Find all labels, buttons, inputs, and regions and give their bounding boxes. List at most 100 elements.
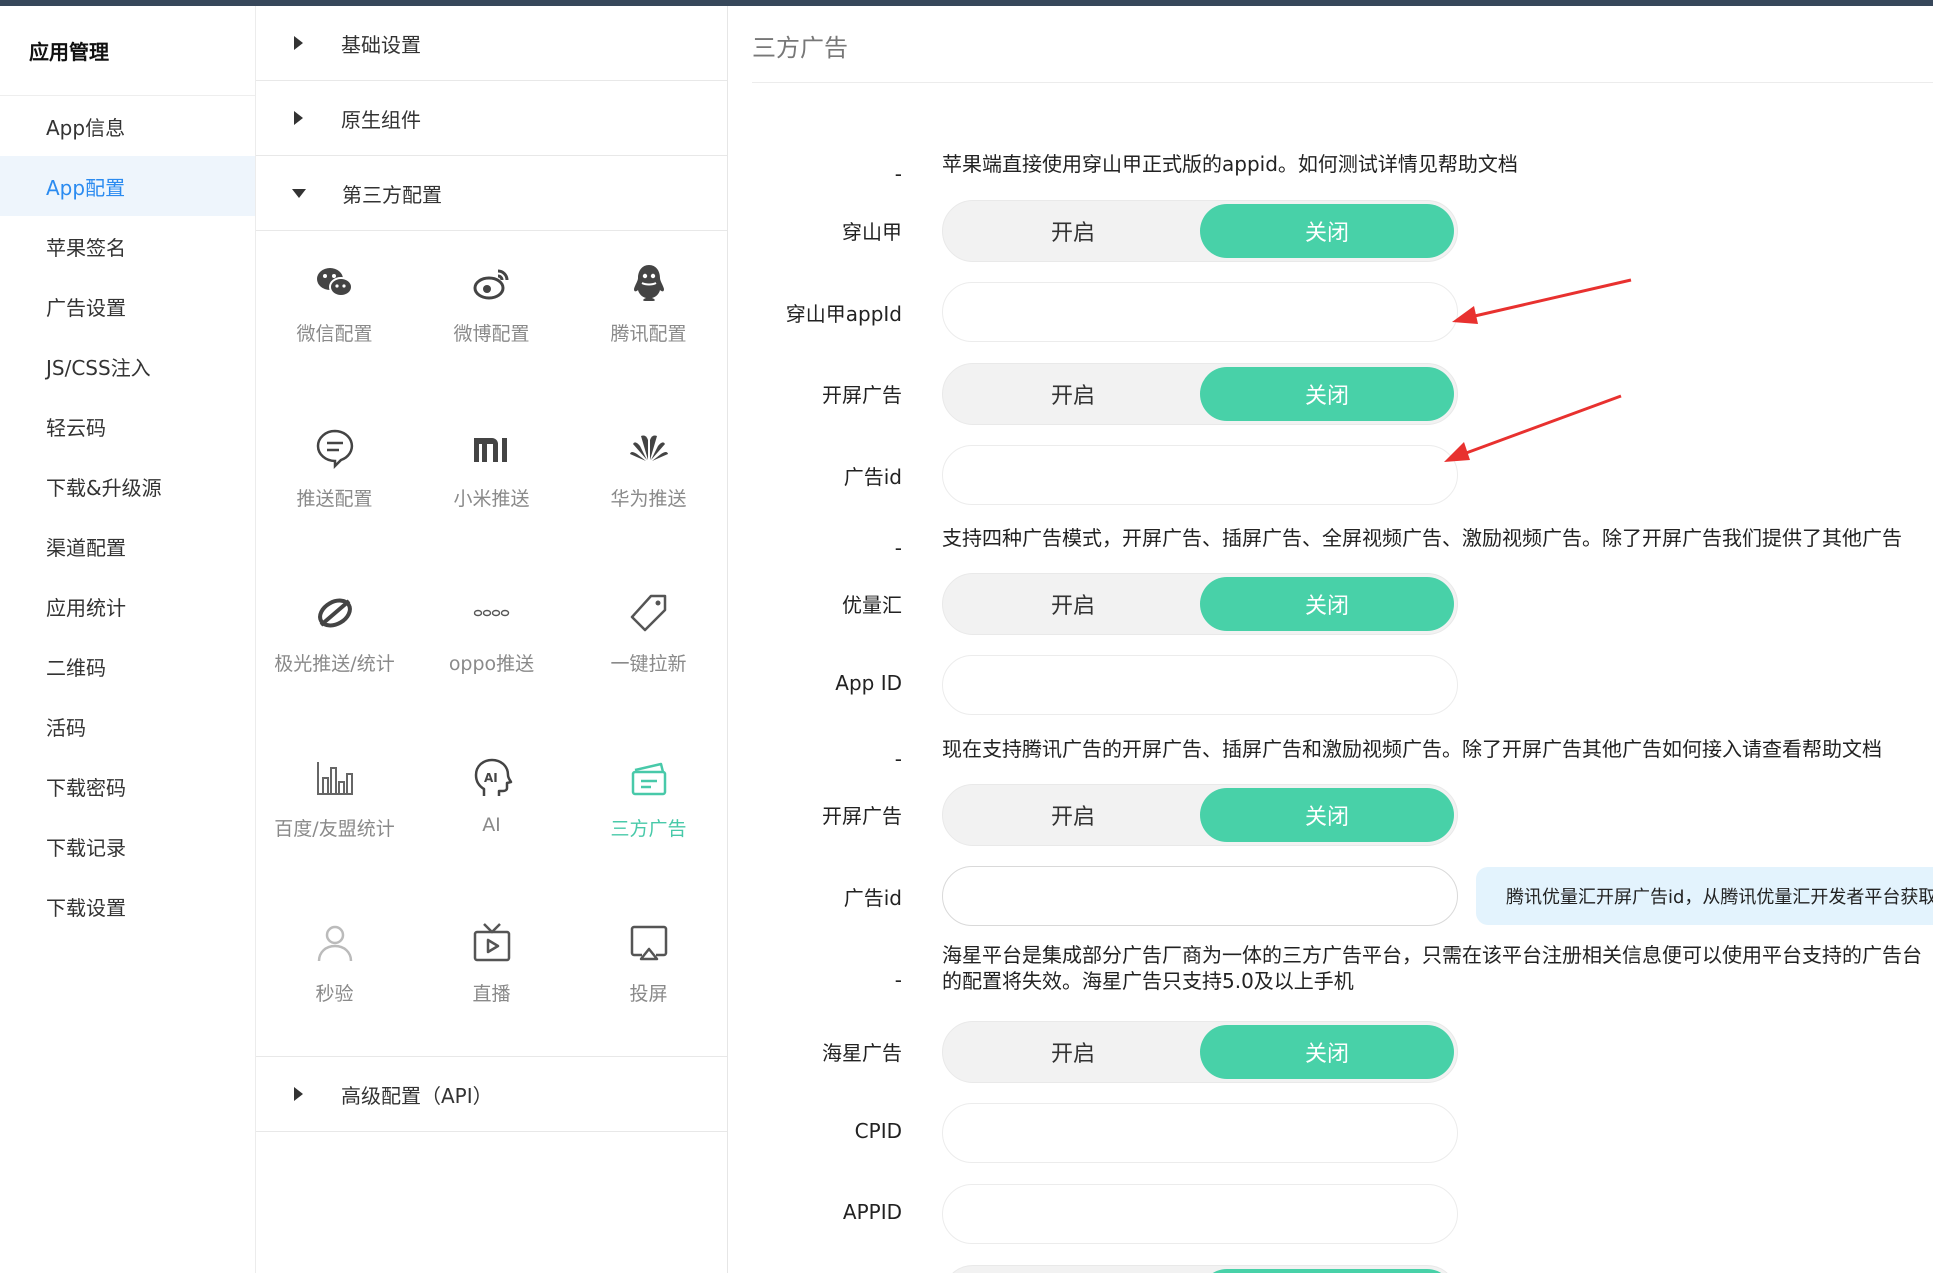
haixing-on-option[interactable]: 开启 <box>946 1025 1200 1079</box>
sidebar-item-qingyun-code[interactable]: 轻云码 <box>0 396 255 456</box>
caret-down-icon <box>292 188 306 198</box>
tile-one-click[interactable]: 一键拉新 <box>570 561 727 726</box>
ad-cards-icon <box>631 762 666 796</box>
appid2-label: APPID <box>842 1200 902 1224</box>
sidebar-item-app-config[interactable]: App配置 <box>0 156 255 216</box>
pangle-label: 穿山甲 <box>842 220 902 244</box>
sidebar-item-apple-sign[interactable]: 苹果签名 <box>0 216 255 276</box>
tag-icon <box>630 594 666 632</box>
next-on-option[interactable] <box>946 1269 1200 1273</box>
tile-push[interactable]: 推送配置 <box>256 396 413 561</box>
tile-xiaomi[interactable]: 小米推送 <box>413 396 570 561</box>
appid-input[interactable] <box>942 655 1458 715</box>
pangle-appid-input[interactable] <box>942 282 1458 342</box>
qq-icon <box>633 265 664 301</box>
title-divider <box>752 82 1933 83</box>
cpid-input[interactable] <box>942 1103 1458 1163</box>
huawei-icon <box>629 435 668 461</box>
tile-cast[interactable]: 投屏 <box>570 891 727 1056</box>
tile-label: 推送配置 <box>296 488 373 510</box>
tile-ai[interactable]: AI AI <box>413 726 570 891</box>
tile-live[interactable]: 直播 <box>413 891 570 1056</box>
user-icon <box>317 925 352 962</box>
sidebar-item-download-source[interactable]: 下载&升级源 <box>0 456 255 516</box>
tile-huawei[interactable]: 华为推送 <box>570 396 727 561</box>
tile-label: 微信配置 <box>296 323 373 345</box>
appid-label: App ID <box>835 671 902 695</box>
sidebar-item-app-info[interactable]: App信息 <box>0 96 255 156</box>
sidebar-item-stats[interactable]: 应用统计 <box>0 576 255 636</box>
tile-wechat[interactable]: 微信配置 <box>256 231 413 396</box>
pangle-on-option[interactable]: 开启 <box>946 204 1200 258</box>
tile-label: 小米推送 <box>453 488 530 510</box>
splash2-toggle[interactable]: 开启 关闭 <box>942 784 1458 846</box>
tile-verify[interactable]: 秒验 <box>256 891 413 1056</box>
sidebar-item-download-records[interactable]: 下载记录 <box>0 816 255 876</box>
weibo-icon <box>473 269 508 300</box>
adid2-input[interactable] <box>942 866 1458 926</box>
wechat-icon <box>316 268 353 297</box>
sidebar-item-live-code[interactable]: 活码 <box>0 696 255 756</box>
tile-tencent[interactable]: 腾讯配置 <box>570 231 727 396</box>
section-advanced-api[interactable]: 高级配置（API） <box>256 1057 727 1132</box>
red-arrow-icon <box>1452 278 1632 324</box>
tile-third-party-ads[interactable]: 三方广告 <box>570 726 727 891</box>
tile-label: 腾讯配置 <box>610 323 687 345</box>
tile-jiguang[interactable]: 极光推送/统计 <box>256 561 413 726</box>
tile-label: 投屏 <box>629 983 668 1005</box>
section-label: 高级配置（API） <box>341 1083 493 1108</box>
red-arrow-icon <box>1444 394 1622 462</box>
tile-baidu-umeng[interactable]: 百度/友盟统计 <box>256 726 413 891</box>
haixing-label: 海星广告 <box>822 1041 902 1065</box>
splash2-on-option[interactable]: 开启 <box>946 788 1200 842</box>
tile-label: 百度/友盟统计 <box>274 818 395 840</box>
cpid-label: CPID <box>854 1119 902 1143</box>
splash1-toggle[interactable]: 开启 关闭 <box>942 363 1458 425</box>
splash1-off-option[interactable]: 关闭 <box>1200 367 1454 421</box>
haixing-note: 海星平台是集成部分广告厂商为一体的三方广告平台，只需在该平台注册相关信息便可以使… <box>942 943 1922 993</box>
tile-label: 微博配置 <box>453 323 530 345</box>
appid2-input[interactable] <box>942 1184 1458 1244</box>
tile-label: 三方广告 <box>610 818 687 840</box>
splash1-on-option[interactable]: 开启 <box>946 367 1200 421</box>
section-basic-settings[interactable]: 基础设置 <box>256 6 727 81</box>
sidebar-item-download-password[interactable]: 下载密码 <box>0 756 255 816</box>
haixing-toggle[interactable]: 开启 关闭 <box>942 1021 1458 1083</box>
section-native-components[interactable]: 原生组件 <box>256 81 727 156</box>
ubix-on-option[interactable]: 开启 <box>946 577 1200 631</box>
pangle-note: 苹果端直接使用穿山甲正式版的appid。如何测试详情见帮助文档 <box>942 152 1518 176</box>
message-icon <box>316 429 353 470</box>
section-label: 第三方配置 <box>342 182 442 207</box>
row-dash: - <box>894 162 902 186</box>
tile-label: 一键拉新 <box>610 653 687 675</box>
svg-text:AI: AI <box>484 771 498 785</box>
sidebar-item-channel[interactable]: 渠道配置 <box>0 516 255 576</box>
sidebar-item-ad-settings[interactable]: 广告设置 <box>0 276 255 336</box>
section-label: 基础设置 <box>341 32 421 57</box>
pangle-appid-label: 穿山甲appId <box>785 302 902 326</box>
haixing-off-option[interactable]: 关闭 <box>1200 1025 1454 1079</box>
tile-oppo[interactable]: oppo推送 <box>413 561 570 726</box>
tile-label: 秒验 <box>315 983 354 1005</box>
jiguang-icon <box>317 598 352 628</box>
ubix-toggle[interactable]: 开启 关闭 <box>942 573 1458 635</box>
ubix-note: 支持四种广告模式，开屏广告、插屏广告、全屏视频广告、激励视频广告。除了开屏广告我… <box>942 526 1902 550</box>
pangle-off-option[interactable]: 关闭 <box>1200 204 1454 258</box>
tile-weibo[interactable]: 微博配置 <box>413 231 570 396</box>
sidebar-item-js-css[interactable]: JS/CSS注入 <box>0 336 255 396</box>
tile-label: 直播 <box>472 983 511 1005</box>
section-third-party[interactable]: 第三方配置 <box>256 156 727 231</box>
ubix-off-option[interactable]: 关闭 <box>1200 577 1454 631</box>
tv-icon <box>473 923 510 962</box>
adid2-label: 广告id <box>843 886 902 910</box>
ai-head-icon: AI <box>474 758 512 796</box>
sidebar-item-qrcode[interactable]: 二维码 <box>0 636 255 696</box>
sidebar-item-download-settings[interactable]: 下载设置 <box>0 876 255 936</box>
splash2-off-option[interactable]: 关闭 <box>1200 788 1454 842</box>
pangle-toggle[interactable]: 开启 关闭 <box>942 200 1458 262</box>
caret-right-icon <box>294 36 303 50</box>
sidebar: 应用管理 App信息 App配置 苹果签名 广告设置 JS/CSS注入 轻云码 … <box>0 6 256 1273</box>
adid1-input[interactable] <box>942 445 1458 505</box>
next-off-option[interactable] <box>1200 1269 1454 1273</box>
next-toggle-partial[interactable] <box>942 1265 1458 1273</box>
